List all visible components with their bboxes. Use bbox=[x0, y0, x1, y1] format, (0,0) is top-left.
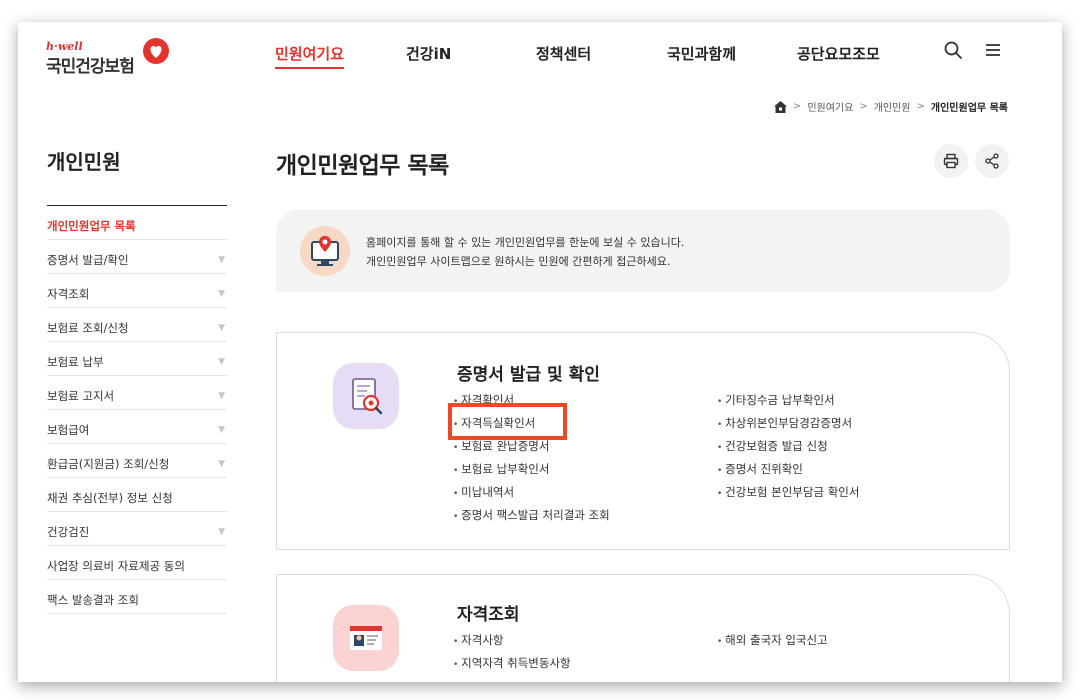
sidebar-item[interactable]: 보험급여 ▼ bbox=[47, 410, 227, 444]
nav-item-with-people[interactable]: 국민과함께 bbox=[667, 43, 736, 64]
link-column-right: 해외 출국자 입국신고 bbox=[717, 629, 828, 652]
breadcrumb-separator: > bbox=[916, 101, 925, 112]
chevron-down-icon: ▼ bbox=[218, 356, 225, 367]
chevron-down-icon: ▼ bbox=[218, 322, 225, 333]
browser-frame: h·well 국민건강보험 민원여기요 건강iN 정책센터 국민과함께 공단요모… bbox=[18, 22, 1062, 682]
service-link[interactable]: 건강보험증 발급 신청 bbox=[717, 435, 859, 458]
breadcrumb-item[interactable]: 민원여기요 bbox=[807, 99, 853, 114]
service-link[interactable]: 지역자격 취득변동사항 bbox=[453, 652, 570, 675]
hamburger-menu-icon[interactable] bbox=[983, 40, 1003, 60]
link-column-left: 자격사항지역자격 취득변동사항 bbox=[453, 629, 571, 675]
chevron-down-icon: ▼ bbox=[218, 390, 225, 401]
chevron-down-icon: ▼ bbox=[218, 526, 225, 537]
chevron-down-icon: ▼ bbox=[218, 458, 225, 469]
sidebar-item[interactable]: 개인민원업무 목록 bbox=[47, 206, 227, 240]
sidebar-item-label: 보험급여 bbox=[47, 422, 90, 437]
certificate-icon-box bbox=[333, 363, 399, 429]
sidebar-item-label: 채권 추심(전부) 정보 신청 bbox=[47, 490, 173, 505]
nav-item-minwon[interactable]: 민원여기요 bbox=[275, 43, 345, 69]
service-link[interactable]: 차상위본인부담경감증명서 bbox=[717, 412, 859, 435]
sidebar-item-label: 환급금(지원금) 조회/신청 bbox=[47, 456, 170, 471]
intro-icon-circle bbox=[300, 226, 350, 276]
nav-item-about[interactable]: 공단요모조모 bbox=[797, 43, 880, 64]
document-magnifier-icon bbox=[352, 378, 383, 415]
section-card-eligibility: 자격조회 자격사항지역자격 취득변동사항 해외 출국자 입국신고 bbox=[276, 574, 1010, 682]
sidebar-item-label: 건강검진 bbox=[47, 524, 90, 539]
site-logo[interactable]: h·well 국민건강보험 bbox=[46, 34, 186, 77]
sidebar-title: 개인민원 bbox=[47, 150, 121, 174]
breadcrumb-separator: > bbox=[792, 101, 802, 112]
logo-text: 국민건강보험 bbox=[46, 57, 135, 77]
sidebar-item-label: 보험료 납부 bbox=[47, 354, 104, 369]
sidebar-item[interactable]: 건강검진 ▼ bbox=[47, 512, 227, 546]
sidebar-item[interactable]: 환급금(지원금) 조회/신청 ▼ bbox=[47, 444, 227, 478]
breadcrumb-current: 개인민원업무 목록 bbox=[930, 103, 1008, 114]
chevron-down-icon: ▼ bbox=[218, 254, 225, 265]
section-card-certificates: 증명서 발급 및 확인 자격확인서자격득실확인서보험료 완납증명서보험료 납부확… bbox=[276, 332, 1010, 550]
service-link[interactable]: 보험료 납부확인서 bbox=[453, 458, 610, 481]
intro-line: 개인민원업무 사이트맵으로 원하시는 민원에 간편하게 접근하세요. bbox=[366, 255, 671, 268]
sidebar-item-label: 팩스 발송결과 조회 bbox=[47, 592, 139, 607]
share-button[interactable] bbox=[975, 144, 1009, 178]
page-title: 개인민원업무 목록 bbox=[276, 153, 449, 179]
section-title: 자격조회 bbox=[457, 605, 520, 625]
intro-banner: 홈페이지를 통해 할 수 있는 개인민원업무를 한눈에 보실 수 있습니다. 개… bbox=[276, 209, 1010, 292]
breadcrumb-item[interactable]: 개인민원 bbox=[874, 99, 911, 114]
sidebar-item-label: 사업장 의료비 자료제공 동의 bbox=[47, 558, 185, 573]
sidebar-item[interactable]: 보험료 조회/신청 ▼ bbox=[47, 308, 227, 342]
service-link[interactable]: 자격사항 bbox=[453, 629, 571, 652]
breadcrumb-separator: > bbox=[859, 101, 868, 112]
highlight-annotation-box bbox=[448, 403, 567, 440]
home-icon[interactable] bbox=[773, 100, 787, 113]
print-button[interactable] bbox=[934, 144, 968, 178]
chevron-down-icon: ▼ bbox=[218, 288, 225, 299]
service-link[interactable]: 미납내역서 bbox=[453, 481, 610, 504]
sidebar-item[interactable]: 채권 추심(전부) 정보 신청 bbox=[47, 478, 227, 512]
nav-item-policy-center[interactable]: 정책센터 bbox=[536, 43, 591, 64]
sidebar-item-label: 자격조회 bbox=[47, 286, 90, 301]
intro-line: 홈페이지를 통해 할 수 있는 개인민원업무를 한눈에 보실 수 있습니다. bbox=[366, 236, 685, 249]
service-link[interactable]: 증명서 진위확인 bbox=[717, 458, 859, 481]
breadcrumb: > 민원여기요 > 개인민원 > 개인민원업무 목록 bbox=[773, 99, 1008, 114]
eligibility-icon-box bbox=[333, 605, 399, 671]
sidebar-item-label: 증명서 발급/확인 bbox=[47, 252, 129, 267]
heart-logo-icon bbox=[143, 38, 169, 64]
service-link[interactable]: 기타징수금 납부확인서 bbox=[717, 389, 859, 412]
intro-text: 홈페이지를 통해 할 수 있는 개인민원업무를 한눈에 보실 수 있습니다. 개… bbox=[366, 233, 684, 271]
service-link[interactable]: 해외 출국자 입국신고 bbox=[717, 629, 828, 652]
section-title: 증명서 발급 및 확인 bbox=[457, 365, 600, 385]
sidebar-item[interactable]: 보험료 고지서 ▼ bbox=[47, 376, 227, 410]
monitor-pin-icon bbox=[311, 236, 339, 266]
sidebar-item[interactable]: 팩스 발송결과 조회 bbox=[47, 580, 227, 614]
print-icon bbox=[943, 153, 959, 169]
sidebar-menu: 개인민원업무 목록 증명서 발급/확인 ▼ 자격조회 ▼ 보험료 조회/신청 ▼ 보험료 납부… bbox=[47, 205, 227, 614]
sidebar-item[interactable]: 보험료 납부 ▼ bbox=[47, 342, 227, 376]
id-card-icon bbox=[350, 626, 382, 650]
sidebar-item[interactable]: 증명서 발급/확인 ▼ bbox=[47, 240, 227, 274]
sidebar-item[interactable]: 사업장 의료비 자료제공 동의 bbox=[47, 546, 227, 580]
sidebar-item-label: 보험료 조회/신청 bbox=[47, 320, 129, 335]
nav-item-health-in[interactable]: 건강iN bbox=[406, 43, 451, 64]
share-icon bbox=[985, 153, 999, 169]
sidebar-item-label: 보험료 고지서 bbox=[47, 388, 115, 403]
link-column-right: 기타징수금 납부확인서차상위본인부담경감증명서건강보험증 발급 신청증명서 진위… bbox=[717, 389, 859, 504]
chevron-down-icon: ▼ bbox=[218, 424, 225, 435]
service-link[interactable]: 건강보험 본인부담금 확인서 bbox=[717, 481, 859, 504]
sidebar-item-label: 개인민원업무 목록 bbox=[47, 218, 136, 233]
search-icon[interactable] bbox=[943, 40, 963, 60]
service-link[interactable]: 증명서 팩스발급 처리결과 조회 bbox=[453, 504, 610, 527]
sidebar-item[interactable]: 자격조회 ▼ bbox=[47, 274, 227, 308]
